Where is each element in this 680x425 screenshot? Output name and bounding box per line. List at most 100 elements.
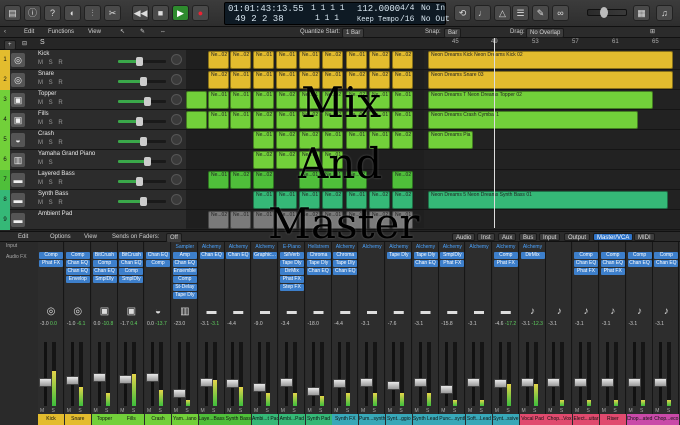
track-name[interactable]: Topper xyxy=(38,91,56,97)
s-toggle[interactable]: S xyxy=(40,39,45,46)
playhead[interactable] xyxy=(494,38,495,228)
cycle-icon[interactable]: ⟲ xyxy=(454,5,471,21)
live-loop-cell[interactable]: Ne...02 xyxy=(322,51,343,69)
instrument-slot[interactable] xyxy=(146,243,170,251)
instrument-slot[interactable] xyxy=(547,243,571,251)
channel-name[interactable]: Fills xyxy=(118,414,145,425)
channel-name[interactable]: Punc...synth xyxy=(439,414,466,425)
live-loop-cell[interactable]: Ne...02 xyxy=(253,111,274,129)
fx-slot[interactable]: SmplDly xyxy=(440,252,465,259)
fx-slot[interactable]: Tape Dly xyxy=(172,292,197,299)
track-name[interactable]: Fills xyxy=(38,111,49,117)
channel-name[interactable]: Topper xyxy=(91,414,118,425)
live-loop-cell[interactable]: Ne...01 xyxy=(253,131,274,149)
instrument-slot[interactable]: Alchemy xyxy=(521,243,545,251)
arrange-area[interactable]: Neon Dreams Kick Neon Dreams Kick 02 Neon… xyxy=(424,50,680,230)
live-loop-cell[interactable]: Ne...02 xyxy=(208,51,229,69)
live-loop-cell[interactable]: Ne...02 xyxy=(392,51,413,69)
fx-slot[interactable]: Phat FX xyxy=(440,260,465,267)
volume-fader[interactable] xyxy=(386,381,400,390)
volume-fader[interactable] xyxy=(119,375,133,384)
channel-name[interactable]: Yam...iano xyxy=(171,414,198,425)
volume-fader[interactable] xyxy=(199,378,213,387)
volume-knob[interactable] xyxy=(140,197,147,206)
track-row[interactable]: 1 ◎ Kick M S R xyxy=(0,50,186,70)
fx-slot[interactable]: DirMix xyxy=(520,252,545,259)
live-loop-cell[interactable]: Ne...01 xyxy=(208,91,229,109)
browsers-icon[interactable]: ▦ xyxy=(633,5,650,21)
channel-name[interactable]: Ambi...Pad xyxy=(278,414,305,425)
live-loop-cell[interactable]: Ne...01 xyxy=(253,71,274,89)
mixer-tab[interactable]: Master/VCA xyxy=(593,233,634,241)
live-loop-cell[interactable]: Ne...02 xyxy=(230,51,251,69)
fx-slot[interactable]: Tape Dly xyxy=(333,260,358,267)
fx-slot[interactable]: Phat FX xyxy=(493,260,518,267)
stop-button[interactable]: ■ xyxy=(152,5,169,21)
tool-pencil-icon[interactable]: ✎ xyxy=(140,27,145,38)
live-loop-cell[interactable]: Ne...02 xyxy=(276,131,297,149)
live-loop-cell[interactable]: Ne...01 xyxy=(253,91,274,109)
channel-name[interactable]: Synt...ggio xyxy=(385,414,412,425)
instrument-slot[interactable]: Sampler xyxy=(173,243,197,251)
pan-knob[interactable] xyxy=(171,74,182,85)
live-loop-cell[interactable]: Ne...01 xyxy=(392,71,413,89)
volume-fader[interactable] xyxy=(333,379,347,388)
drag-select[interactable]: No Overlap xyxy=(526,28,565,38)
live-loop-cell[interactable]: Ne...01 xyxy=(392,91,413,109)
channel-name[interactable]: Elect...uitar xyxy=(573,414,599,425)
fx-slot[interactable]: SilVerb xyxy=(279,252,304,259)
track-name[interactable]: Ambient Pad xyxy=(38,211,72,217)
fx-slot[interactable]: Comp xyxy=(65,252,90,259)
volume-fader[interactable] xyxy=(92,373,106,382)
track-filter-icon[interactable]: ⊟ xyxy=(22,40,27,47)
fx-slot[interactable]: Chan EQ xyxy=(65,260,90,267)
volume-knob[interactable] xyxy=(140,77,147,86)
live-loop-cell[interactable]: Ne...01 xyxy=(253,51,274,69)
volume-fader[interactable] xyxy=(172,389,186,398)
fx-slot[interactable]: Chroma xyxy=(333,252,358,259)
volume-fader[interactable] xyxy=(467,378,480,387)
track-row[interactable]: 3 ▣ Topper M S R xyxy=(0,90,186,110)
arrange-region[interactable]: Neon Dreams Kick Neon Dreams Kick 02 xyxy=(428,51,673,69)
fx-slot[interactable]: Comp xyxy=(493,252,518,259)
fx-slot[interactable]: Chroma xyxy=(306,252,331,259)
track-row[interactable]: 8 ▬ Synth Bass M S R xyxy=(0,190,186,210)
metronome-icon[interactable]: △ xyxy=(494,5,511,21)
volume-fader[interactable] xyxy=(306,387,320,396)
fx-slot[interactable]: Step FX xyxy=(279,284,304,291)
live-loop-cell[interactable]: Ne...01 xyxy=(230,91,251,109)
mute-solo-buttons[interactable]: M S R xyxy=(38,200,65,206)
live-loop-cell[interactable]: Ne...02 xyxy=(276,91,297,109)
track-row[interactable]: 5 ◒ Crash M S R xyxy=(0,130,186,150)
track-volume-slider[interactable] xyxy=(118,117,166,126)
volume-fader[interactable] xyxy=(146,373,159,382)
instrument-slot[interactable] xyxy=(574,243,598,251)
list-editors-icon[interactable]: ☰ xyxy=(512,5,529,21)
fx-slot[interactable]: Chan EQ xyxy=(226,252,251,259)
rewind-button[interactable]: ◀◀ xyxy=(132,5,149,21)
volume-fader[interactable] xyxy=(440,385,454,394)
live-loop-cell[interactable]: Ne...01 xyxy=(392,111,413,129)
fx-slot[interactable]: Envelop xyxy=(65,276,90,283)
track-name[interactable]: Snare xyxy=(38,71,54,77)
mute-solo-buttons[interactable]: M S R xyxy=(38,100,65,106)
mixer-view-menu[interactable]: View xyxy=(84,232,97,242)
mixer-tab[interactable]: Input xyxy=(539,233,561,241)
quantize-select[interactable]: 1 Bar xyxy=(342,28,365,38)
instrument-slot[interactable]: Alchemy xyxy=(226,243,250,251)
fx-slot[interactable]: Chan EQ xyxy=(119,260,144,267)
live-loop-cell[interactable]: Ne...02 xyxy=(253,171,274,189)
flex-icon[interactable]: ⇔ xyxy=(160,27,166,38)
fx-slot[interactable]: Comp xyxy=(92,260,117,267)
fx-slot[interactable]: Chan EQ xyxy=(654,260,679,267)
volume-fader[interactable] xyxy=(253,383,266,392)
live-loop-cell[interactable]: Ne...01 xyxy=(276,111,297,129)
live-loop-cell[interactable]: Ne...02 xyxy=(369,51,390,69)
arrange-region[interactable]: Neon Dreams Pia xyxy=(428,131,473,149)
track-volume-slider[interactable] xyxy=(118,97,166,106)
arrange-region[interactable]: Neon Dreams 5 Neon Dreams Synth Bass 01 xyxy=(428,191,668,209)
live-loop-cell[interactable]: Ne...01 xyxy=(346,51,367,69)
channel-name[interactable]: Chop...eco xyxy=(653,414,680,425)
volume-knob[interactable] xyxy=(136,57,143,66)
channel-name[interactable]: Synth Pad xyxy=(305,414,332,425)
